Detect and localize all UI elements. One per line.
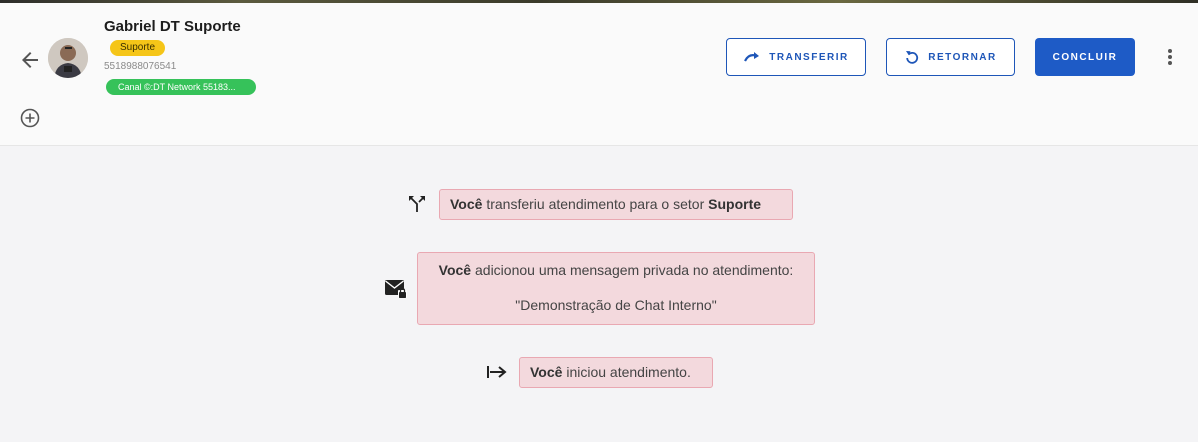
chat-header: Gabriel DT Suporte Suporte 5518988076541… xyxy=(0,3,1198,146)
contact-phone: 5518988076541 xyxy=(104,61,177,72)
redo-arrow-icon xyxy=(744,52,760,62)
event-actor: Você xyxy=(450,196,483,212)
contact-name: Gabriel DT Suporte xyxy=(104,18,241,35)
transfer-arrows-icon xyxy=(406,193,428,220)
event-text: iniciou atendimento. xyxy=(562,364,691,380)
return-label: RETORNAR xyxy=(928,51,997,63)
private-mail-lock-icon xyxy=(384,278,408,305)
event-quote: "Demonstração de Chat Interno" xyxy=(515,297,717,313)
transfer-button[interactable]: TRANSFERIR xyxy=(726,38,866,76)
undo-circle-icon xyxy=(906,51,919,64)
event-text: adicionou uma mensagem privada no atendi… xyxy=(471,262,794,278)
event-text: transferiu atendimento para o setor xyxy=(482,196,709,212)
return-button[interactable]: RETORNAR xyxy=(886,38,1015,76)
finish-label: CONCLUIR xyxy=(1052,51,1118,63)
back-arrow-icon[interactable] xyxy=(18,48,42,72)
start-arrow-icon xyxy=(486,362,508,387)
event-actor: Você xyxy=(530,364,563,380)
event-target: Suporte xyxy=(708,196,762,212)
channel-badge: Canal ©:DT Network 55183... xyxy=(106,79,256,95)
avatar[interactable] xyxy=(48,38,88,78)
tag-badge[interactable]: Suporte xyxy=(110,40,166,56)
more-vert-icon[interactable] xyxy=(1160,45,1180,69)
event-transfer: Você transferiu atendimento para o setor… xyxy=(439,189,793,220)
add-circle-icon[interactable] xyxy=(19,107,41,129)
event-start: Você iniciou atendimento. xyxy=(519,357,713,388)
finish-button[interactable]: CONCLUIR xyxy=(1035,38,1135,76)
event-actor: Você xyxy=(438,262,472,278)
transfer-label: TRANSFERIR xyxy=(769,51,849,63)
event-private-message: Você adicionou uma mensagem privada no a… xyxy=(417,252,815,325)
